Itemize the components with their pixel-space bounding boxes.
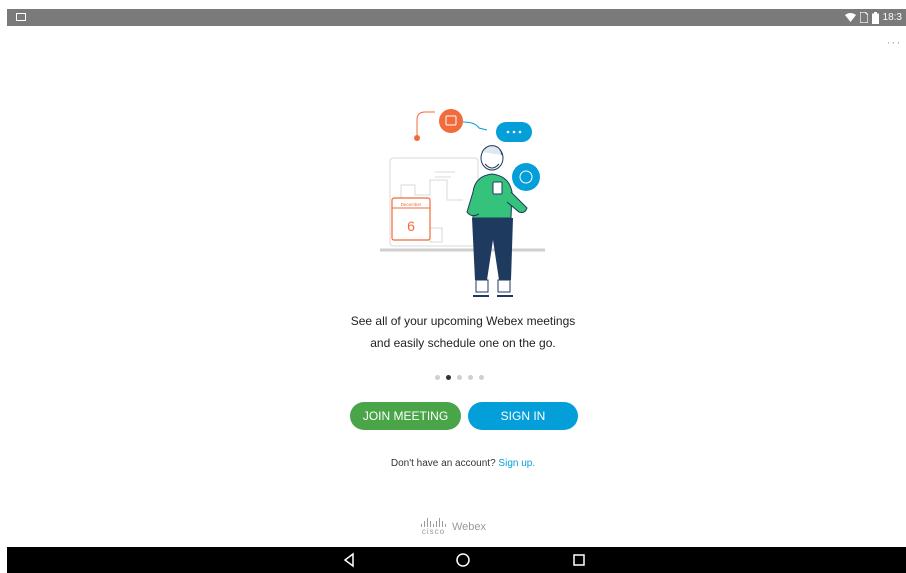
overflow-menu-button[interactable]: ··· [884, 36, 904, 52]
webex-wordmark: Webex [452, 521, 487, 533]
page-dot-4 [468, 375, 473, 380]
page-dot-1 [435, 375, 440, 380]
status-icons: 18:3 [844, 11, 902, 24]
navigation-bar [7, 547, 906, 573]
orange-chat-bubble [439, 109, 463, 133]
status-clock: 18:3 [882, 12, 902, 23]
signup-link[interactable]: Sign up. [498, 458, 535, 469]
sign-in-button[interactable]: SIGN IN [468, 402, 578, 430]
recents-icon[interactable] [570, 551, 588, 569]
onboarding-caption: See all of your upcoming Webex meetings … [303, 310, 623, 354]
page-dot-2 [446, 375, 451, 380]
caption-line-2: and easily schedule one on the go. [370, 336, 556, 350]
cisco-logo: cisco [421, 518, 446, 536]
battery-icon [871, 11, 879, 24]
calendar-day: 6 [407, 218, 415, 234]
wifi-icon [844, 13, 856, 22]
cisco-wordmark: cisco [421, 527, 446, 536]
blue-status-circle [512, 163, 540, 191]
caption-line-1: See all of your upcoming Webex meetings [350, 314, 576, 328]
signup-row: Don't have an account? Sign up. [303, 458, 623, 469]
sim-icon [859, 12, 868, 23]
calendar-card: December 6 [391, 197, 431, 241]
cisco-webex-logo: cisco Webex [421, 518, 486, 536]
join-meeting-button[interactable]: JOIN MEETING [350, 402, 461, 430]
home-icon[interactable] [454, 551, 472, 569]
cisco-bars-icon [421, 518, 446, 527]
page-indicator [435, 375, 484, 380]
image-notification-icon [16, 13, 26, 21]
calendar-month: December [401, 202, 422, 207]
back-icon[interactable] [340, 551, 358, 569]
page-dot-3 [457, 375, 462, 380]
status-bar: 18:3 [7, 9, 906, 26]
onboarding-illustration: December 6 [380, 109, 545, 297]
signup-prompt: Don't have an account? [390, 458, 496, 469]
page-dot-5 [479, 375, 484, 380]
